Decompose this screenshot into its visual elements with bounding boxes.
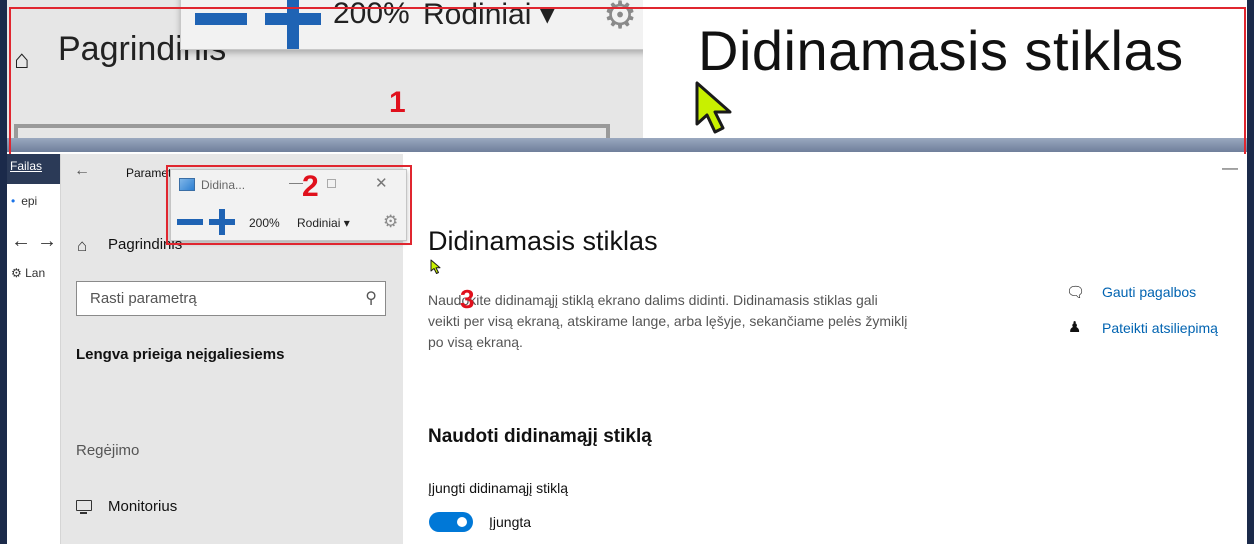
search-placeholder: Rasti parametrą (90, 290, 197, 307)
magnifier-toggle-label: Įjungti didinamąjį stiklą (428, 480, 569, 496)
file-menu[interactable]: Failas (7, 154, 60, 184)
sidebar-item-monitor[interactable]: Monitorius (108, 498, 177, 515)
page-title: Didinamasis stiklas (428, 226, 658, 256)
background-app-window: Failas • epi ←→ ⚙ Lan (7, 154, 61, 544)
annotation-box-2 (166, 165, 412, 245)
help-chat-icon: 🗨 (1066, 284, 1086, 301)
annotation-number-3: 3 (460, 284, 475, 314)
annotation-box-1 (9, 7, 1246, 156)
mouse-pointer-icon (430, 259, 441, 274)
back-arrow-icon[interactable]: ← (74, 162, 90, 180)
bookmark-label: Lan (25, 266, 46, 280)
feedback-person-icon: ♟ (1068, 319, 1082, 336)
window-title: Paramet (126, 166, 172, 180)
toggle-knob (457, 517, 467, 527)
background-bookmark[interactable]: ⚙ Lan (11, 266, 45, 280)
search-icon[interactable]: ⚲ (365, 288, 377, 308)
background-nav-arrows[interactable]: ←→ (11, 230, 60, 253)
category-label: Lengva prieiga neįgaliesiems (76, 346, 285, 363)
bookmark-gear-icon: ⚙ (11, 266, 22, 280)
page-description: Naudokite didinamąjį stiklą ekrano dalim… (428, 292, 908, 350)
file-menu-label: Failas (10, 159, 43, 173)
settings-search-input[interactable]: Rasti parametrą ⚲ (76, 281, 386, 316)
home-icon: ⌂ (77, 236, 88, 255)
give-feedback-link[interactable]: Pateikti atsiliepimą (1102, 320, 1218, 336)
background-tab[interactable]: • epi (11, 194, 37, 208)
annotation-number-1: 1 (389, 86, 406, 119)
annotation-number-2: 2 (302, 170, 319, 203)
use-magnifier-heading: Naudoti didinamąjį stiklą (428, 426, 652, 447)
magnifier-toggle-switch[interactable] (429, 512, 473, 532)
background-tab-label: epi (21, 194, 38, 208)
get-help-link[interactable]: Gauti pagalbos (1102, 284, 1196, 300)
minimize-button[interactable]: — (1222, 160, 1238, 178)
monitor-icon (76, 500, 92, 514)
toggle-state-label: Įjungta (489, 514, 532, 530)
section-heading-vision: Regėjimo (76, 442, 140, 459)
